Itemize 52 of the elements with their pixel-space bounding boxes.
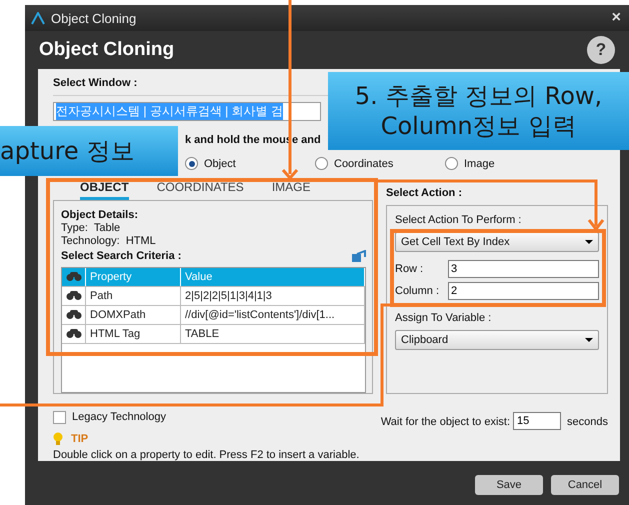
- tab[interactable]: IMAGE: [272, 180, 310, 200]
- dialog-button[interactable]: Save: [475, 475, 543, 495]
- field-label: Select Window :: [53, 77, 138, 89]
- action-dropdown[interactable]: Get Cell Text By Index: [395, 232, 599, 252]
- caret-icon: [585, 240, 593, 244]
- field-label: Assign To Variable :: [395, 312, 492, 324]
- tab[interactable]: OBJECT: [80, 180, 129, 200]
- radio-option[interactable]: Coordinates: [315, 156, 445, 172]
- detail-text: Technology: HTML: [61, 234, 157, 247]
- field-label: Select Action To Perform :: [395, 214, 522, 226]
- field-label: Row :: [395, 262, 424, 275]
- unit-text: seconds: [567, 416, 608, 428]
- variable-dropdown[interactable]: Clipboard: [395, 330, 599, 350]
- dialog-heading: Object Cloning: [39, 39, 174, 61]
- tab[interactable]: COORDINATES: [156, 180, 244, 200]
- tip-heading: TIP: [71, 432, 88, 445]
- tip-text: Double click on a property to edit. Press F2 to insert a variable.: [53, 449, 360, 462]
- checkbox[interactable]: [53, 410, 66, 424]
- column-header: Value: [181, 268, 365, 286]
- section-heading: Select Action :: [386, 186, 463, 199]
- caret-icon: [585, 338, 593, 342]
- wait-field[interactable]: 15: [513, 412, 562, 430]
- section-heading: Select Search Criteria :: [61, 250, 182, 262]
- binoculars-icon: [66, 329, 82, 338]
- section-heading: Object Details:: [61, 208, 140, 221]
- binoculars-icon: [66, 310, 82, 320]
- checkbox-label: Legacy Technology: [72, 411, 166, 424]
- callout-label: apture 정보: [0, 126, 178, 176]
- field-label: Column :: [395, 284, 440, 297]
- binoculars-icon: [66, 272, 82, 282]
- dialog-button[interactable]: Cancel: [551, 475, 619, 495]
- row-field[interactable]: 3: [448, 260, 599, 278]
- logo-icon: [31, 12, 45, 24]
- select-all-icon[interactable]: [352, 250, 366, 262]
- close-button[interactable]: ×: [612, 9, 621, 27]
- window-title: Object Cloning: [51, 10, 138, 26]
- detail-text: Type: Table: [61, 222, 122, 234]
- table-cell: Path: [86, 286, 181, 305]
- radio-option[interactable]: Image: [445, 156, 575, 172]
- column-field[interactable]: 2: [448, 282, 599, 300]
- table-cell: TABLE: [181, 324, 365, 343]
- table-cell: 2|5|2|2|5|1|3|4|1|3: [181, 286, 365, 305]
- help-button[interactable]: ?: [587, 36, 615, 64]
- table-cell: HTML Tag: [86, 324, 181, 343]
- binoculars-icon: [66, 291, 82, 300]
- table-cell: DOMXPath: [86, 306, 181, 324]
- table-cell: //div[@id='listContents']/div[1...: [181, 306, 365, 324]
- lightbulb-icon: [53, 432, 63, 446]
- radio-option[interactable]: Object: [185, 156, 315, 172]
- column-header: Property: [86, 268, 181, 286]
- callout-label: 5. 추출할 정보의 Row, Column정보 입력: [328, 72, 629, 150]
- field-label: Wait for the object to exist:: [380, 416, 510, 428]
